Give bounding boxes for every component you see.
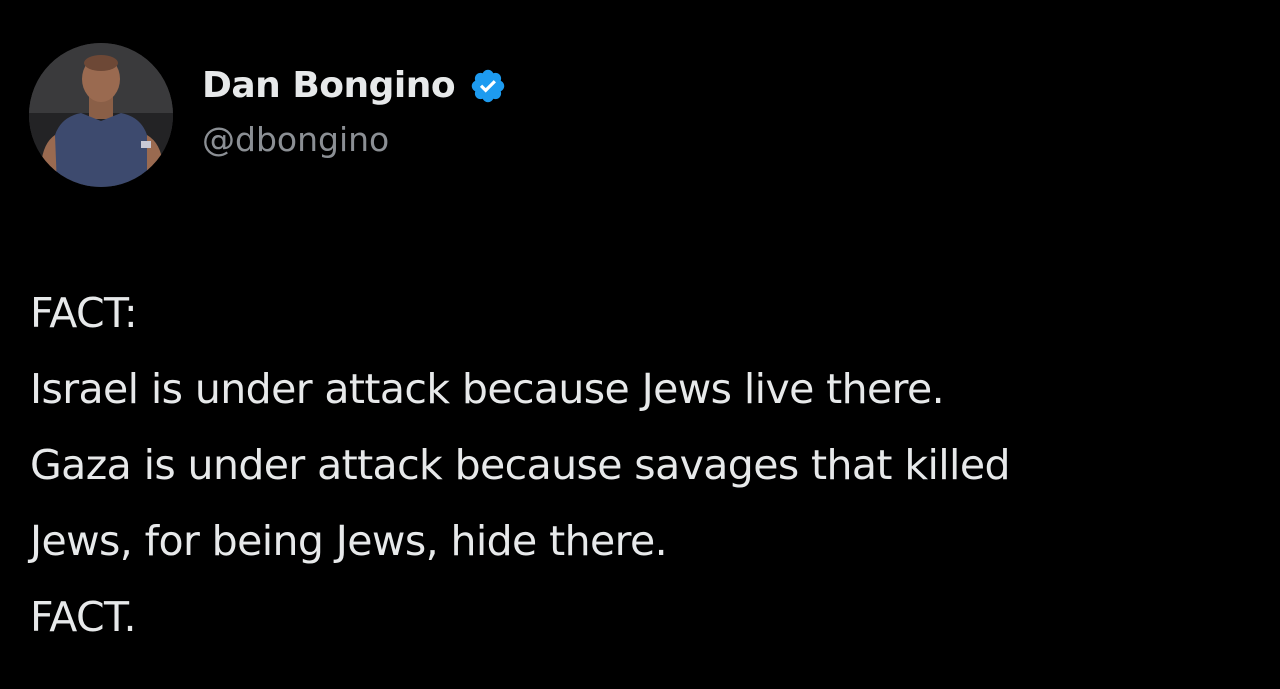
avatar[interactable] bbox=[29, 43, 173, 187]
user-handle[interactable]: @dbongino bbox=[202, 118, 507, 162]
tweet-text-line: Israel is under attack because Jews live… bbox=[30, 365, 945, 413]
tweet-text-line: Gaza is under attack because savages tha… bbox=[30, 441, 1010, 489]
display-name[interactable]: Dan Bongino bbox=[202, 60, 456, 112]
tweet-text: FACT: Israel is under attack because Jew… bbox=[30, 275, 1260, 655]
tweet-header: Dan Bongino @dbongino bbox=[202, 60, 507, 162]
avatar-photo-icon bbox=[29, 43, 173, 187]
name-row: Dan Bongino bbox=[202, 60, 507, 112]
tweet-text-line: FACT. bbox=[30, 593, 137, 641]
tweet-text-line: FACT: bbox=[30, 289, 138, 337]
verified-badge-icon bbox=[469, 67, 507, 105]
tweet-card: Dan Bongino @dbongino FACT: Israel is un… bbox=[0, 0, 1280, 689]
tweet-text-line: Jews, for being Jews, hide there. bbox=[30, 517, 668, 565]
